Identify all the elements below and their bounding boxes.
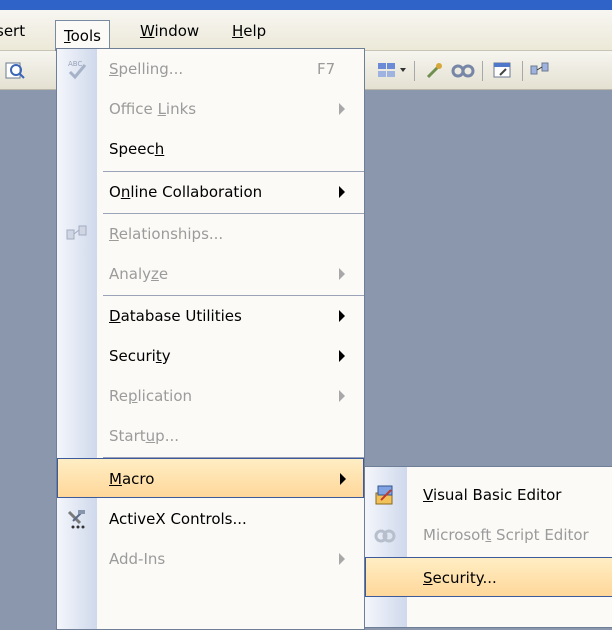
toolbar-separator <box>482 61 483 81</box>
menu-item-label: Relationships... <box>109 225 224 243</box>
menu-insert-label: sert <box>0 22 26 40</box>
menu-item-label: Office Links <box>109 100 197 118</box>
submenu-item-label: Visual Basic Editor <box>423 486 562 504</box>
script-editor-icon <box>374 529 396 543</box>
svg-text:ABC: ABC <box>68 60 82 68</box>
submenu-arrow-icon <box>339 390 345 402</box>
macro-submenu: Visual Basic Editor Microsoft Script Edi… <box>364 466 612 628</box>
menu-tools-label: ools <box>70 27 101 45</box>
submenu-arrow-icon <box>339 553 345 565</box>
submenu-arrow-icon <box>339 186 345 198</box>
spelling-icon: ABC <box>68 60 87 80</box>
menu-item-label: Analyze <box>109 265 169 283</box>
menu-item-label: Database Utilities <box>109 307 242 325</box>
submenu-arrow-icon <box>339 310 345 322</box>
menu-item-activex-controls[interactable]: ActiveX Controls... <box>57 499 364 539</box>
menu-item-startup[interactable]: Startup... <box>57 416 364 456</box>
toolbar-separator <box>522 61 523 81</box>
submenu-item-security[interactable]: Security... <box>365 557 612 597</box>
script-toolbar-icon[interactable] <box>450 61 476 79</box>
menu-item-security[interactable]: Security <box>57 336 364 376</box>
office-links-toolbar-icon[interactable] <box>376 61 408 79</box>
submenu-item-visual-basic-editor[interactable]: Visual Basic Editor <box>365 475 612 515</box>
menu-help-label: elp <box>243 22 267 40</box>
menu-window[interactable]: Window <box>140 18 199 44</box>
menu-item-label: Macro <box>109 470 155 488</box>
submenu-arrow-icon <box>339 350 345 362</box>
submenu-arrow-icon <box>339 268 345 280</box>
menu-item-relationships[interactable]: Relationships... <box>57 214 364 254</box>
menu-item-office-links[interactable]: Office Links <box>57 89 364 129</box>
relationships-icon <box>66 225 87 240</box>
menu-item-speech[interactable]: Speech <box>57 129 364 169</box>
activex-controls-icon <box>67 510 85 529</box>
code-icon[interactable] <box>424 61 446 79</box>
menu-item-add-ins[interactable]: Add-Ins <box>57 539 364 579</box>
menu-window-label: indow <box>154 22 200 40</box>
tools-menu: ABC Spelling... F7 Office Links Speech O… <box>56 48 365 630</box>
menu-item-shortcut: F7 <box>317 60 336 78</box>
submenu-item-microsoft-script-editor[interactable]: Microsoft Script Editor <box>365 515 612 555</box>
menu-insert[interactable]: sert <box>0 18 25 44</box>
visual-basic-editor-icon <box>375 485 393 505</box>
print-preview-icon[interactable] <box>2 61 28 79</box>
toolbar-separator <box>414 61 415 81</box>
menu-item-label: Security <box>109 347 171 365</box>
submenu-arrow-icon <box>339 103 345 115</box>
menu-item-label: Spelling... <box>109 60 184 78</box>
menu-item-label: Replication <box>109 387 193 405</box>
menu-item-spelling[interactable]: ABC Spelling... F7 <box>57 49 364 89</box>
title-bar-strip <box>0 0 612 10</box>
menu-tools-mnemonic: T <box>64 27 71 45</box>
menu-help-mnemonic: H <box>232 22 244 40</box>
menu-item-macro[interactable]: Macro <box>57 458 364 498</box>
menu-item-label: ActiveX Controls... <box>109 510 247 528</box>
menu-item-online-collaboration[interactable]: Online Collaboration <box>57 172 364 212</box>
submenu-arrow-icon <box>340 473 346 485</box>
menu-window-mnemonic: W <box>140 22 155 40</box>
submenu-item-label: Microsoft Script Editor <box>423 526 589 544</box>
properties-icon[interactable] <box>492 61 514 79</box>
menu-item-replication[interactable]: Replication <box>57 376 364 416</box>
menu-item-label: Startup... <box>109 427 179 445</box>
menu-item-label: Online Collaboration <box>109 183 263 201</box>
menu-item-database-utilities[interactable]: Database Utilities <box>57 296 364 336</box>
menu-item-label: Speech <box>109 140 165 158</box>
menu-item-label: Add-Ins <box>109 550 166 568</box>
menu-bar: sert Tools Window Help <box>0 10 612 54</box>
submenu-item-label: Security... <box>423 569 497 587</box>
menu-item-analyze[interactable]: Analyze <box>57 254 364 294</box>
menu-help[interactable]: Help <box>232 18 266 44</box>
relationships-toolbar-icon[interactable] <box>530 61 550 79</box>
